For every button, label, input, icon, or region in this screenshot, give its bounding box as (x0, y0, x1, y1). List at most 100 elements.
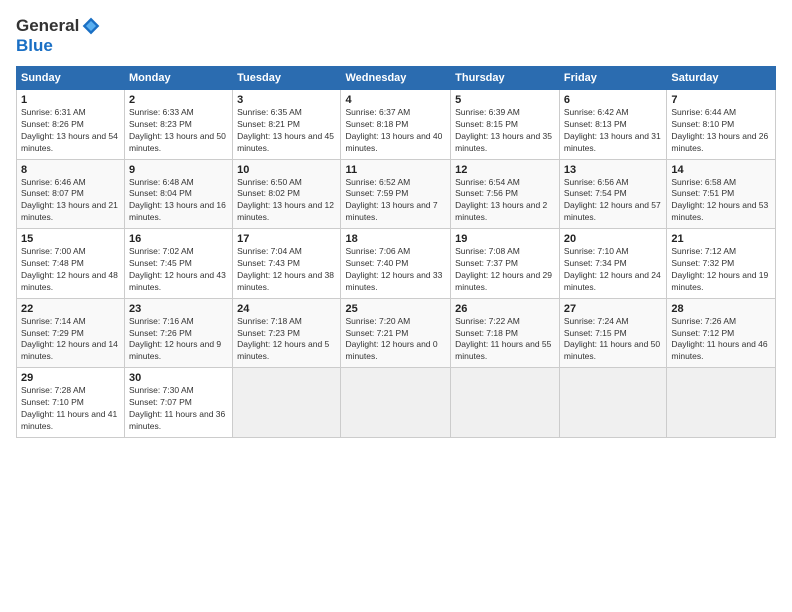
day-number: 26 (455, 303, 555, 315)
calendar-cell: 14Sunrise: 6:58 AMSunset: 7:51 PMDayligh… (667, 159, 776, 229)
day-info: Sunrise: 7:08 AMSunset: 7:37 PMDaylight:… (455, 246, 555, 294)
day-number: 5 (455, 94, 555, 106)
day-info: Sunrise: 6:39 AMSunset: 8:15 PMDaylight:… (455, 107, 555, 155)
day-number: 7 (671, 94, 771, 106)
calendar-cell: 6Sunrise: 6:42 AMSunset: 8:13 PMDaylight… (559, 90, 666, 160)
day-number: 24 (237, 303, 336, 315)
calendar-cell: 24Sunrise: 7:18 AMSunset: 7:23 PMDayligh… (233, 298, 341, 368)
calendar-week-4: 22Sunrise: 7:14 AMSunset: 7:29 PMDayligh… (17, 298, 776, 368)
day-number: 27 (564, 303, 662, 315)
logo-icon (81, 16, 101, 36)
day-number: 19 (455, 233, 555, 245)
day-number: 18 (345, 233, 446, 245)
day-number: 15 (21, 233, 120, 245)
header: General Blue (16, 16, 776, 56)
calendar-cell: 10Sunrise: 6:50 AMSunset: 8:02 PMDayligh… (233, 159, 341, 229)
calendar-cell: 20Sunrise: 7:10 AMSunset: 7:34 PMDayligh… (559, 229, 666, 299)
day-info: Sunrise: 7:24 AMSunset: 7:15 PMDaylight:… (564, 316, 662, 364)
calendar-cell: 30Sunrise: 7:30 AMSunset: 7:07 PMDayligh… (125, 368, 233, 438)
day-number: 2 (129, 94, 228, 106)
day-info: Sunrise: 6:54 AMSunset: 7:56 PMDaylight:… (455, 177, 555, 225)
calendar-table: SundayMondayTuesdayWednesdayThursdayFrid… (16, 66, 776, 438)
day-number: 25 (345, 303, 446, 315)
calendar-cell: 29Sunrise: 7:28 AMSunset: 7:10 PMDayligh… (17, 368, 125, 438)
calendar-cell: 3Sunrise: 6:35 AMSunset: 8:21 PMDaylight… (233, 90, 341, 160)
calendar-week-3: 15Sunrise: 7:00 AMSunset: 7:48 PMDayligh… (17, 229, 776, 299)
day-number: 11 (345, 164, 446, 176)
day-info: Sunrise: 6:35 AMSunset: 8:21 PMDaylight:… (237, 107, 336, 155)
logo-general-text: General (16, 16, 79, 36)
day-info: Sunrise: 6:31 AMSunset: 8:26 PMDaylight:… (21, 107, 120, 155)
calendar-cell: 28Sunrise: 7:26 AMSunset: 7:12 PMDayligh… (667, 298, 776, 368)
day-info: Sunrise: 7:10 AMSunset: 7:34 PMDaylight:… (564, 246, 662, 294)
day-number: 6 (564, 94, 662, 106)
day-number: 10 (237, 164, 336, 176)
calendar-header-tuesday: Tuesday (233, 67, 341, 90)
day-number: 28 (671, 303, 771, 315)
day-number: 21 (671, 233, 771, 245)
day-number: 4 (345, 94, 446, 106)
logo: General Blue (16, 16, 101, 56)
calendar-header-monday: Monday (125, 67, 233, 90)
day-number: 13 (564, 164, 662, 176)
day-info: Sunrise: 6:37 AMSunset: 8:18 PMDaylight:… (345, 107, 446, 155)
calendar-cell: 16Sunrise: 7:02 AMSunset: 7:45 PMDayligh… (125, 229, 233, 299)
calendar-cell (233, 368, 341, 438)
calendar-cell: 27Sunrise: 7:24 AMSunset: 7:15 PMDayligh… (559, 298, 666, 368)
day-info: Sunrise: 7:16 AMSunset: 7:26 PMDaylight:… (129, 316, 228, 364)
calendar-week-1: 1Sunrise: 6:31 AMSunset: 8:26 PMDaylight… (17, 90, 776, 160)
calendar-cell: 26Sunrise: 7:22 AMSunset: 7:18 PMDayligh… (451, 298, 560, 368)
day-info: Sunrise: 7:06 AMSunset: 7:40 PMDaylight:… (345, 246, 446, 294)
day-info: Sunrise: 6:56 AMSunset: 7:54 PMDaylight:… (564, 177, 662, 225)
day-number: 30 (129, 372, 228, 384)
day-info: Sunrise: 7:18 AMSunset: 7:23 PMDaylight:… (237, 316, 336, 364)
day-number: 14 (671, 164, 771, 176)
calendar-cell: 15Sunrise: 7:00 AMSunset: 7:48 PMDayligh… (17, 229, 125, 299)
calendar-cell: 19Sunrise: 7:08 AMSunset: 7:37 PMDayligh… (451, 229, 560, 299)
calendar-cell: 18Sunrise: 7:06 AMSunset: 7:40 PMDayligh… (341, 229, 451, 299)
calendar-cell: 22Sunrise: 7:14 AMSunset: 7:29 PMDayligh… (17, 298, 125, 368)
day-info: Sunrise: 6:33 AMSunset: 8:23 PMDaylight:… (129, 107, 228, 155)
day-number: 16 (129, 233, 228, 245)
calendar-header-wednesday: Wednesday (341, 67, 451, 90)
day-number: 12 (455, 164, 555, 176)
calendar-cell: 5Sunrise: 6:39 AMSunset: 8:15 PMDaylight… (451, 90, 560, 160)
day-number: 22 (21, 303, 120, 315)
calendar-header-thursday: Thursday (451, 67, 560, 90)
calendar-cell: 12Sunrise: 6:54 AMSunset: 7:56 PMDayligh… (451, 159, 560, 229)
day-info: Sunrise: 7:28 AMSunset: 7:10 PMDaylight:… (21, 385, 120, 433)
calendar-cell: 8Sunrise: 6:46 AMSunset: 8:07 PMDaylight… (17, 159, 125, 229)
calendar-cell: 17Sunrise: 7:04 AMSunset: 7:43 PMDayligh… (233, 229, 341, 299)
calendar-cell: 21Sunrise: 7:12 AMSunset: 7:32 PMDayligh… (667, 229, 776, 299)
day-info: Sunrise: 7:30 AMSunset: 7:07 PMDaylight:… (129, 385, 228, 433)
day-number: 23 (129, 303, 228, 315)
day-info: Sunrise: 7:20 AMSunset: 7:21 PMDaylight:… (345, 316, 446, 364)
day-number: 1 (21, 94, 120, 106)
day-number: 29 (21, 372, 120, 384)
day-info: Sunrise: 6:44 AMSunset: 8:10 PMDaylight:… (671, 107, 771, 155)
day-info: Sunrise: 7:04 AMSunset: 7:43 PMDaylight:… (237, 246, 336, 294)
day-info: Sunrise: 6:42 AMSunset: 8:13 PMDaylight:… (564, 107, 662, 155)
day-info: Sunrise: 7:02 AMSunset: 7:45 PMDaylight:… (129, 246, 228, 294)
calendar-cell: 7Sunrise: 6:44 AMSunset: 8:10 PMDaylight… (667, 90, 776, 160)
day-number: 8 (21, 164, 120, 176)
day-info: Sunrise: 6:46 AMSunset: 8:07 PMDaylight:… (21, 177, 120, 225)
day-number: 17 (237, 233, 336, 245)
calendar-week-2: 8Sunrise: 6:46 AMSunset: 8:07 PMDaylight… (17, 159, 776, 229)
calendar-cell: 23Sunrise: 7:16 AMSunset: 7:26 PMDayligh… (125, 298, 233, 368)
calendar-cell: 9Sunrise: 6:48 AMSunset: 8:04 PMDaylight… (125, 159, 233, 229)
day-info: Sunrise: 6:58 AMSunset: 7:51 PMDaylight:… (671, 177, 771, 225)
calendar-cell: 1Sunrise: 6:31 AMSunset: 8:26 PMDaylight… (17, 90, 125, 160)
day-number: 20 (564, 233, 662, 245)
day-info: Sunrise: 7:12 AMSunset: 7:32 PMDaylight:… (671, 246, 771, 294)
calendar-cell (559, 368, 666, 438)
calendar-week-5: 29Sunrise: 7:28 AMSunset: 7:10 PMDayligh… (17, 368, 776, 438)
calendar-cell (667, 368, 776, 438)
day-info: Sunrise: 6:48 AMSunset: 8:04 PMDaylight:… (129, 177, 228, 225)
calendar-cell (341, 368, 451, 438)
calendar-cell: 11Sunrise: 6:52 AMSunset: 7:59 PMDayligh… (341, 159, 451, 229)
calendar-header-friday: Friday (559, 67, 666, 90)
calendar-header-row: SundayMondayTuesdayWednesdayThursdayFrid… (17, 67, 776, 90)
calendar-header-saturday: Saturday (667, 67, 776, 90)
calendar-cell: 4Sunrise: 6:37 AMSunset: 8:18 PMDaylight… (341, 90, 451, 160)
